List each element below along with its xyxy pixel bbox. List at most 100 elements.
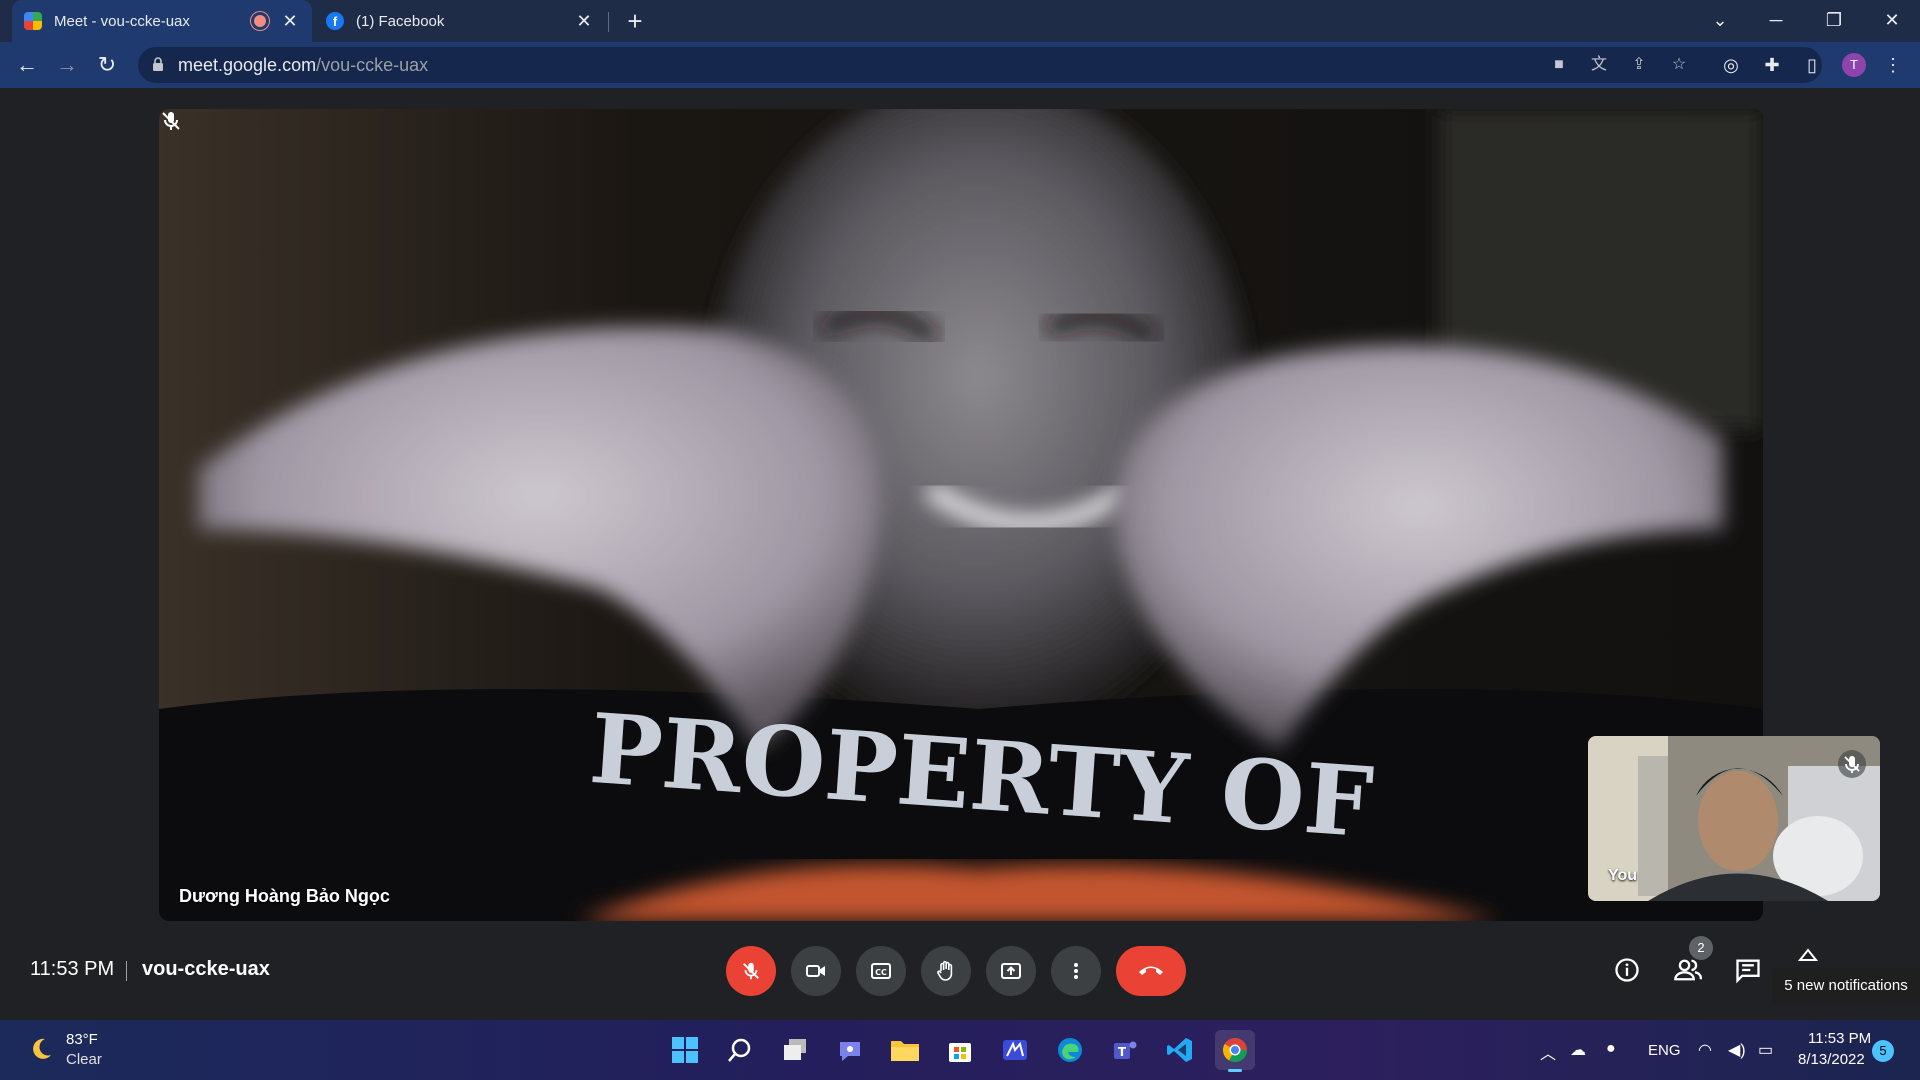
- participants-count-badge: 2: [1689, 936, 1713, 960]
- app-button[interactable]: [995, 1030, 1035, 1070]
- participant-video: PROPERTY OF: [159, 109, 1763, 921]
- restore-button[interactable]: ❐: [1806, 0, 1862, 42]
- close-window-button[interactable]: ✕: [1864, 0, 1920, 42]
- microsoft-store-button[interactable]: [940, 1030, 980, 1070]
- new-tab-button[interactable]: +: [620, 6, 650, 36]
- google-meet-icon: [24, 12, 42, 30]
- vscode-button[interactable]: [1160, 1030, 1200, 1070]
- tab-title: (1) Facebook: [356, 12, 445, 30]
- meeting-time: 11:53 PM: [30, 958, 115, 980]
- wifi-icon[interactable]: ◠: [1698, 1040, 1712, 1060]
- present-now-button[interactable]: [986, 946, 1036, 996]
- mic-toggle-button[interactable]: [726, 946, 776, 996]
- captions-icon: CC: [871, 963, 891, 979]
- camera-in-use-icon[interactable]: ■: [1548, 54, 1570, 76]
- extension-compass-icon[interactable]: ◎: [1720, 54, 1742, 76]
- close-tab-icon[interactable]: ✕: [574, 11, 594, 32]
- chrome-icon: [1222, 1038, 1247, 1063]
- url-text[interactable]: meet.google.com/vou-ccke-uax: [178, 47, 428, 83]
- extensions-puzzle-icon[interactable]: ✚: [1761, 54, 1783, 76]
- folder-icon: [891, 1041, 919, 1061]
- hand-icon: [937, 960, 953, 981]
- mic-off-icon: [743, 962, 759, 980]
- more-options-button[interactable]: [1051, 946, 1101, 996]
- volume-icon[interactable]: ◀): [1728, 1040, 1746, 1060]
- search-button[interactable]: [720, 1030, 760, 1070]
- recording-indicator-icon: [254, 15, 266, 27]
- svg-text:CC: CC: [875, 968, 887, 977]
- raise-hand-button[interactable]: [921, 946, 971, 996]
- divider: [126, 961, 127, 981]
- more-vert-icon: [1074, 963, 1078, 979]
- meet-stage: PROPERTY OF Dương Hoàng Bảo Ngọc You 11:…: [0, 88, 1920, 1010]
- teams-button[interactable]: T: [1105, 1030, 1145, 1070]
- minimize-button[interactable]: ─: [1748, 0, 1804, 42]
- back-button[interactable]: ←: [12, 50, 42, 80]
- meeting-details-button[interactable]: [1607, 950, 1647, 990]
- app-zoom-icon: [1003, 1040, 1027, 1060]
- forward-button[interactable]: →: [52, 50, 82, 80]
- menu-kebab-icon[interactable]: ⋮: [1882, 54, 1904, 76]
- self-view-tile[interactable]: You: [1588, 736, 1880, 901]
- search-icon: [728, 1038, 751, 1062]
- battery-icon[interactable]: ▭: [1758, 1040, 1773, 1060]
- store-icon: [949, 1043, 971, 1062]
- meeting-code: vou-ccke-uax: [142, 958, 270, 980]
- share-icon[interactable]: ⇪: [1628, 54, 1650, 76]
- show-hidden-icons-icon[interactable]: ︿: [1540, 1040, 1556, 1064]
- tab-meet[interactable]: Meet - vou-ccke-uax ✕: [12, 0, 312, 42]
- browser-toolbar: ← → ↻ meet.google.com/vou-ccke-uax ■ 文 ⇪…: [0, 42, 1920, 88]
- chat-icon: [1736, 959, 1760, 984]
- edge-button[interactable]: [1050, 1030, 1090, 1070]
- task-view-icon: [784, 1039, 806, 1060]
- weather-condition[interactable]: Clear: [66, 1051, 102, 1068]
- chat-button[interactable]: [1728, 950, 1768, 990]
- tab-strip: Meet - vou-ccke-uax ✕ f (1) Facebook ✕ +…: [0, 0, 1920, 42]
- notification-count-badge[interactable]: 5: [1872, 1040, 1894, 1062]
- activities-button[interactable]: [1788, 940, 1828, 970]
- teams-chat-icon: [840, 1042, 860, 1061]
- mic-off-icon: [162, 112, 180, 130]
- reload-button[interactable]: ↻: [92, 50, 122, 80]
- captions-button[interactable]: CC: [856, 946, 906, 996]
- translate-icon[interactable]: 文: [1588, 54, 1610, 76]
- task-view-button[interactable]: [775, 1030, 815, 1070]
- clock-time[interactable]: 11:53 PM: [1808, 1030, 1871, 1047]
- self-label: You: [1608, 867, 1638, 884]
- activities-icon: [1797, 948, 1819, 961]
- moon-icon[interactable]: [28, 1036, 54, 1062]
- facebook-icon: f: [326, 12, 344, 30]
- file-explorer-button[interactable]: [885, 1030, 925, 1070]
- clock-date[interactable]: 8/13/2022: [1798, 1051, 1865, 1068]
- address-bar[interactable]: meet.google.com/vou-ccke-uax ■ 文 ⇪ ☆: [138, 47, 1822, 83]
- weather-temperature[interactable]: 83°F: [66, 1031, 98, 1048]
- chrome-button[interactable]: [1215, 1030, 1255, 1072]
- people-icon: [1674, 959, 1702, 981]
- url-path: /vou-ccke-uax: [316, 55, 429, 75]
- tab-facebook[interactable]: f (1) Facebook ✕: [314, 0, 606, 42]
- close-tab-icon[interactable]: ✕: [280, 11, 300, 32]
- vscode-icon: [1167, 1038, 1192, 1062]
- lock-icon: [153, 57, 163, 71]
- leave-call-button[interactable]: [1116, 946, 1186, 996]
- camera-toggle-button[interactable]: [791, 946, 841, 996]
- participant-name: Dương Hoàng Bảo Ngọc: [179, 886, 390, 906]
- camera-icon: [806, 965, 825, 977]
- windows-taskbar: 83°F Clear T ︿ ☁ ● ENG ◠ ◀) ▭ 11:53 PM 8…: [0, 1020, 1920, 1080]
- chat-app-button[interactable]: [830, 1030, 870, 1070]
- main-participant-tile[interactable]: PROPERTY OF Dương Hoàng Bảo Ngọc: [159, 109, 1763, 921]
- onedrive-cloud-icon[interactable]: ☁: [1570, 1040, 1586, 1060]
- profile-avatar[interactable]: T: [1842, 53, 1866, 77]
- info-icon: [1615, 958, 1639, 982]
- present-screen-icon: [1001, 963, 1021, 979]
- bookmark-star-icon[interactable]: ☆: [1668, 54, 1690, 76]
- input-language[interactable]: ENG: [1648, 1042, 1681, 1059]
- microphone-icon[interactable]: ●: [1606, 1040, 1616, 1058]
- active-app-indicator: [1228, 1069, 1242, 1072]
- tab-search-icon[interactable]: ⌄: [1692, 0, 1748, 42]
- side-panel-icon[interactable]: ▯: [1801, 54, 1823, 76]
- edge-icon: [1058, 1038, 1082, 1062]
- notifications-tooltip: 5 new notifications: [1772, 968, 1920, 1004]
- tab-title: Meet - vou-ccke-uax: [54, 12, 190, 30]
- start-button[interactable]: [665, 1030, 705, 1070]
